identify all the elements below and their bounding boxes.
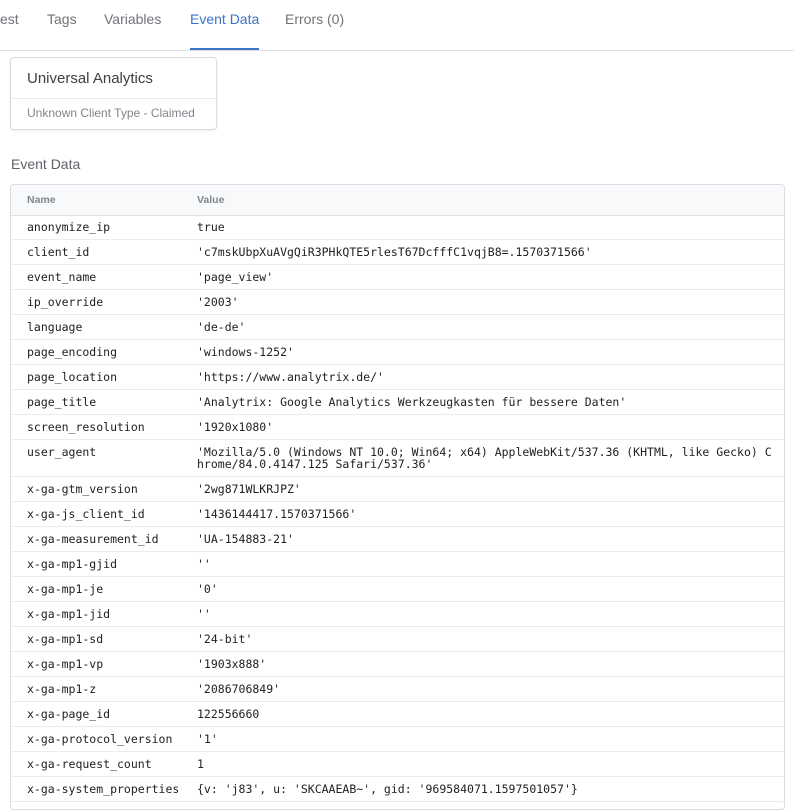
tab-bar: est Tags Variables Event Data Errors (0) <box>0 0 794 51</box>
table-row: screen_resolution '1920x1080' <box>11 415 784 440</box>
row-name: user_agent <box>27 445 97 459</box>
table-row: x-ga-measurement_id 'UA-154883-21' <box>11 527 784 552</box>
row-value: '24-bit' <box>197 632 253 646</box>
row-name: x-ga-gtm_version <box>27 482 138 496</box>
table-row: client_id 'c7mskUbpXuAVgQiR3PHkQTE5rlesT6… <box>11 240 784 265</box>
row-value: 'Mozilla/5.0 (Windows NT 10.0; Win64; x6… <box>197 445 772 471</box>
row-name: x-ga-mp1-gjid <box>27 557 118 571</box>
row-name: x-ga-mp1-jid <box>27 607 111 621</box>
tab-event-data[interactable]: Event Data <box>190 0 260 50</box>
row-name: x-ga-mp1-z <box>27 682 97 696</box>
row-name: x-ga-mp1-vp <box>27 657 104 671</box>
table-row: x-ga-js_client_id '1436144417.1570371566' <box>11 502 784 527</box>
row-value: '' <box>197 557 211 571</box>
table-row: x-ga-mp1-vp '1903x888' <box>11 652 784 677</box>
row-name: screen_resolution <box>27 420 145 434</box>
row-value: 122556660 <box>197 707 260 721</box>
row-value: '2wg871WLKRJPZ' <box>197 482 301 496</box>
row-value: '2086706849' <box>197 682 281 696</box>
row-name: x-ga-js_client_id <box>27 507 145 521</box>
table-row: user_agent 'Mozilla/5.0 (Windows NT 10.0;… <box>11 440 784 477</box>
client-card-divider <box>11 98 216 99</box>
tab-request[interactable]: est <box>0 0 19 50</box>
row-name: x-ga-system_properties <box>27 782 180 796</box>
row-value: '1920x1080' <box>197 420 274 434</box>
table-row: ip_override '2003' <box>11 290 784 315</box>
row-name: event_name <box>27 270 97 284</box>
tab-tags[interactable]: Tags <box>47 0 77 50</box>
section-title: Event Data <box>11 156 81 172</box>
table-row: x-ga-system_properties {v: 'j83', u: 'SKC… <box>11 777 784 802</box>
row-value: 'UA-154883-21' <box>197 532 294 546</box>
table-row: x-ga-mp1-gjid '' <box>11 552 784 577</box>
row-name: anonymize_ip <box>27 220 111 234</box>
table-row: event_name 'page_view' <box>11 265 784 290</box>
row-value: 'windows-1252' <box>197 345 294 359</box>
table-row: page_encoding 'windows-1252' <box>11 340 784 365</box>
client-type: Unknown Client Type - Claimed <box>27 106 195 120</box>
row-value: 'Analytrix: Google Analytics Werkzeugkas… <box>197 395 627 409</box>
row-name: ip_override <box>27 295 104 309</box>
table-row: x-ga-mp1-z '2086706849' <box>11 677 784 702</box>
event-data-table: Name Value anonymize_ip true client_id 'c7m… <box>10 184 785 810</box>
table-row: language 'de-de' <box>11 315 784 340</box>
row-value: true <box>197 220 225 234</box>
tab-errors[interactable]: Errors (0) <box>285 0 344 50</box>
table-row: x-ga-mp1-sd '24-bit' <box>11 627 784 652</box>
table-row: x-ga-protocol_version '1' <box>11 727 784 752</box>
row-name: x-ga-mp1-je <box>27 582 104 596</box>
row-name: x-ga-protocol_version <box>27 732 173 746</box>
table-row: page_location 'https://www.analytrix.de/' <box>11 365 784 390</box>
table-row: anonymize_ip true <box>11 215 784 240</box>
column-header-value: Value <box>197 194 225 206</box>
table-header: Name Value <box>11 185 784 216</box>
row-value: '' <box>197 607 211 621</box>
row-name: x-ga-measurement_id <box>27 532 159 546</box>
row-value: 'de-de' <box>197 320 246 334</box>
row-value: 1 <box>197 757 204 771</box>
row-value: '1903x888' <box>197 657 267 671</box>
row-name: x-ga-request_count <box>27 757 152 771</box>
client-name: Universal Analytics <box>27 70 153 87</box>
row-value: '1436144417.1570371566' <box>197 507 357 521</box>
tab-variables[interactable]: Variables <box>104 0 161 50</box>
row-value: {v: 'j83', u: 'SKCAAEAB~', gid: '9695840… <box>197 782 578 796</box>
row-name: language <box>27 320 83 334</box>
row-value: 'c7mskUbpXuAVgQiR3PHkQTE5rlesT67DcfffC1v… <box>197 245 592 259</box>
row-value: '2003' <box>197 295 239 309</box>
table-row: x-ga-mp1-jid '' <box>11 602 784 627</box>
table-row: x-ga-request_count 1 <box>11 752 784 777</box>
table-row: page_title 'Analytrix: Google Analytics W… <box>11 390 784 415</box>
row-name: page_encoding <box>27 345 118 359</box>
row-name: page_title <box>27 395 97 409</box>
table-body: anonymize_ip true client_id 'c7mskUbpXuAVgQ… <box>11 215 784 802</box>
column-header-name: Name <box>27 194 56 206</box>
row-name: x-ga-page_id <box>27 707 111 721</box>
row-value: 'page_view' <box>197 270 274 284</box>
row-name: x-ga-mp1-sd <box>27 632 104 646</box>
row-value: 'https://www.analytrix.de/' <box>197 370 384 384</box>
row-name: client_id <box>27 245 90 259</box>
table-row: x-ga-mp1-je '0' <box>11 577 784 602</box>
row-value: '0' <box>197 582 218 596</box>
table-row: x-ga-page_id 122556660 <box>11 702 784 727</box>
client-card[interactable]: Universal Analytics Unknown Client Type … <box>10 57 217 130</box>
table-row: x-ga-gtm_version '2wg871WLKRJPZ' <box>11 477 784 502</box>
row-value: '1' <box>197 732 218 746</box>
row-name: page_location <box>27 370 118 384</box>
